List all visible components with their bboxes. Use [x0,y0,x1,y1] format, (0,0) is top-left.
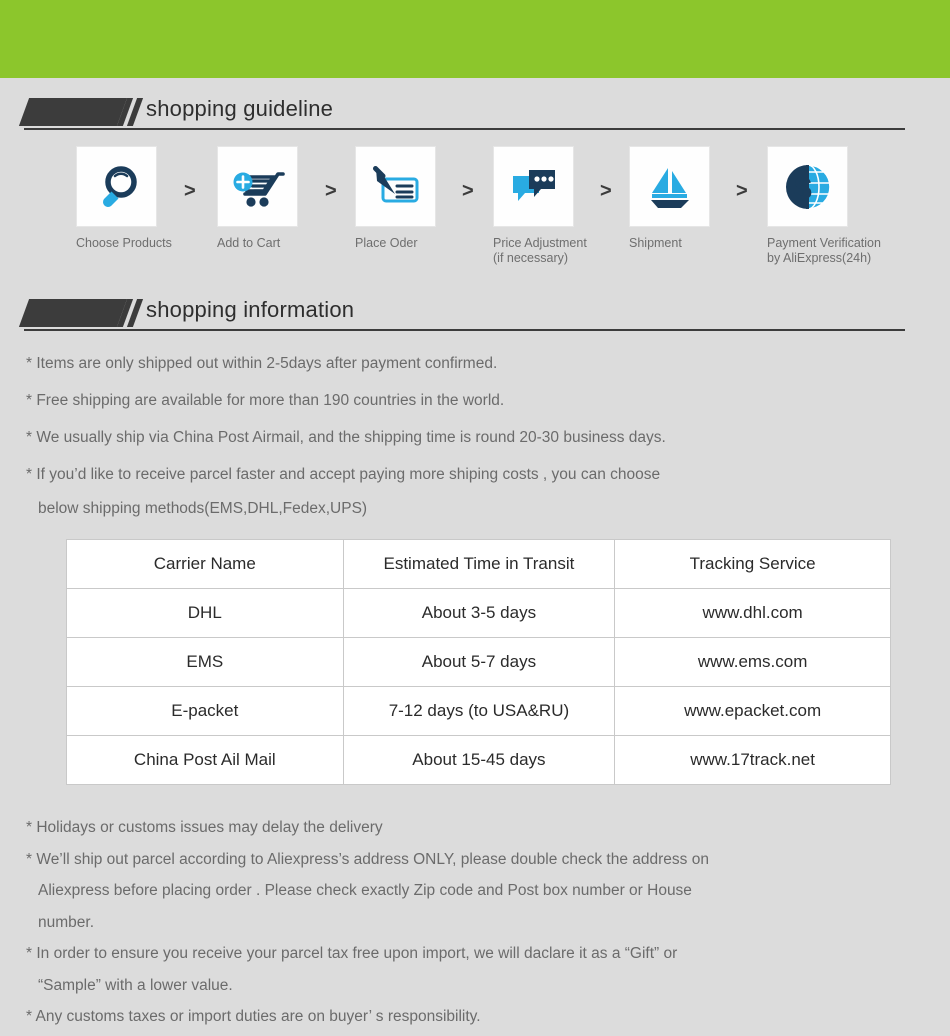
note-line: * We’ll ship out parcel according to Ali… [26,850,709,868]
step-caption: Choose Products [76,236,172,251]
step-caption: Add to Cart [217,236,307,251]
chat-bubbles-icon [507,162,561,212]
step-caption-line1: Place Oder [355,236,418,250]
table-cell-tracking: www.17track.net [614,735,891,785]
section-header-shopping-information: shopping information [0,297,950,333]
table-cell-carrier: EMS [66,637,344,687]
step-caption: Place Oder [355,236,445,251]
table-cell-tracking: www.epacket.com [614,686,891,736]
step-caption-line1: Shipment [629,236,682,250]
step-arrow-5-icon: > [736,180,748,202]
step-icon-tile [217,146,298,227]
note-line: Aliexpress before placing order . Please… [38,882,692,899]
step-icon-tile [629,146,710,227]
header-underline [24,329,905,331]
add-to-cart-icon [231,161,285,213]
shopping-steps-row: Choose Products > Add to Cart > Place Od… [0,146,950,276]
info-line: * Items are only shipped out within 2-5d… [26,355,498,372]
shipping-info-list: * Items are only shipped out within 2-5d… [26,345,926,524]
step-caption-line1: Add to Cart [217,236,281,250]
step-caption-line2: (if necessary) [493,251,569,265]
section-title-information: shopping information [146,297,355,322]
step-add-to-cart: Add to Cart [217,146,307,251]
step-icon-tile [355,146,436,227]
step-caption-line1: Price Adjustment [493,236,587,250]
table-row: DHL About 3-5 days www.dhl.com [66,588,891,638]
table-cell-tracking: www.dhl.com [614,588,891,638]
step-arrow-3-icon: > [462,180,474,202]
note-line: “Sample” with a lower value. [38,976,233,994]
table-cell-transit: About 5-7 days [342,637,616,687]
step-caption: Shipment [629,236,719,251]
table-cell-carrier: E-packet [66,686,344,736]
sailboat-icon [643,162,697,212]
step-caption-line2: by AliExpress(24h) [767,251,872,265]
carrier-table: Carrier Name Estimated Time in Transit T… [66,539,891,785]
step-icon-tile [76,146,157,227]
table-header-row: Carrier Name Estimated Time in Transit T… [66,539,891,589]
shipping-notes-list: * Holidays or customs issues may delay t… [26,812,931,1033]
step-place-order: Place Oder [355,146,445,251]
step-price-adjustment: Price Adjustment (if necessary) [493,146,623,266]
info-line: * If you’d like to receive parcel faster… [26,466,661,483]
section-header-shopping-guideline: shopping guideline [0,96,950,132]
svg-text:$: $ [794,170,812,206]
info-line: below shipping methods(EMS,DHL,Fedex,UPS… [38,500,368,517]
table-cell-transit: 7-12 days (to USA&RU) [342,686,616,736]
step-icon-tile: $ [767,146,848,227]
table-cell-carrier: DHL [66,588,344,638]
dollar-globe-icon: $ [782,161,834,213]
step-icon-tile [493,146,574,227]
step-arrow-4-icon: > [600,180,612,202]
step-arrow-1-icon: > [184,180,196,202]
table-header-cell: Carrier Name [66,539,344,589]
step-payment-verification: $ Payment Verification by AliExpress(24h… [767,146,927,266]
step-shipment: Shipment [629,146,719,251]
table-cell-transit: About 15-45 days [342,735,616,785]
step-arrow-2-icon: > [325,180,337,202]
table-header-cell: Estimated Time in Transit [342,539,616,589]
step-caption: Payment Verification by AliExpress(24h) [767,236,927,266]
top-green-banner [0,0,950,78]
table-row: China Post Ail Mail About 15-45 days www… [66,735,891,785]
table-cell-carrier: China Post Ail Mail [66,735,344,785]
step-caption: Price Adjustment (if necessary) [493,236,623,266]
note-line: * Any customs taxes or import duties are… [26,1008,481,1025]
section-title-guideline: shopping guideline [146,96,334,121]
step-choose-products: Choose Products [76,146,172,251]
table-row: E-packet 7-12 days (to USA&RU) www.epack… [66,686,891,736]
note-line: * Holidays or customs issues may delay t… [26,819,383,836]
magnifier-icon [91,161,143,213]
info-line: * We usually ship via China Post Airmail… [26,429,666,446]
table-cell-transit: About 3-5 days [342,588,616,638]
step-caption-line1: Payment Verification [767,236,881,250]
step-caption-line1: Choose Products [76,236,172,250]
table-cell-tracking: www.ems.com [614,637,891,687]
pen-check-icon [369,162,423,212]
note-line: number. [38,913,95,931]
header-underline [24,128,905,130]
note-line: * In order to ensure you receive your pa… [26,945,678,962]
table-row: EMS About 5-7 days www.ems.com [66,637,891,687]
info-line: * Free shipping are available for more t… [26,392,505,409]
table-header-cell: Tracking Service [614,539,891,589]
product-description-page: shopping guideline Choose Products > Add… [0,0,950,1036]
